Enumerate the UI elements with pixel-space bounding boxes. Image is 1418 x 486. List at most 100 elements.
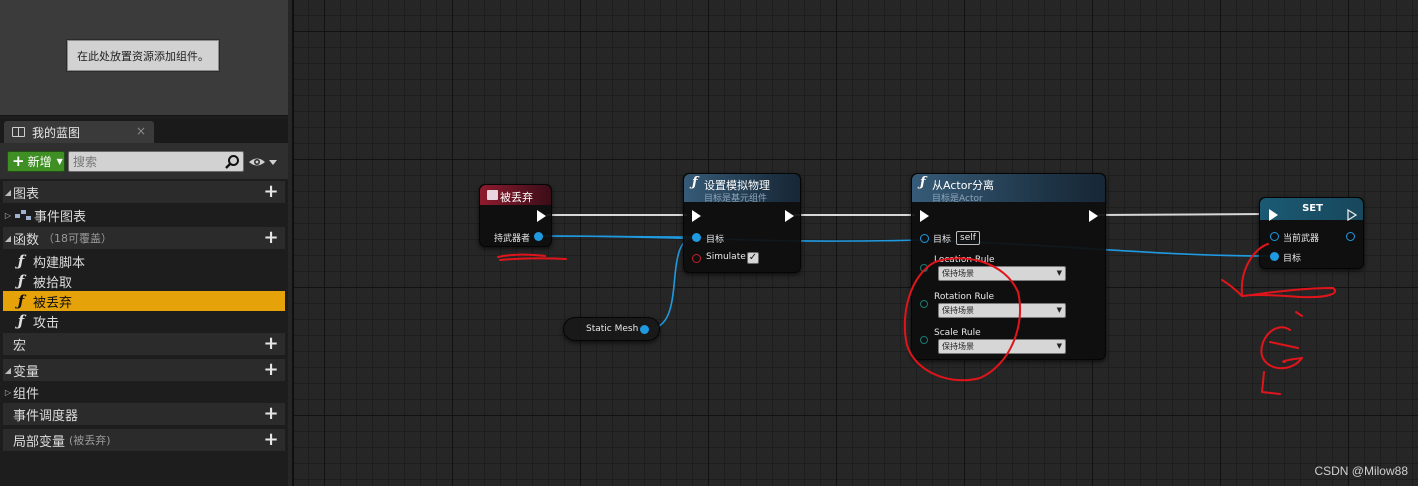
exec-in-pin[interactable] xyxy=(920,210,929,222)
function-node-detach-from-actor[interactable]: ƒ 从Actor分离 目标是Actor 目标 self Location Rul… xyxy=(911,173,1106,360)
section-macros-label: 宏 xyxy=(13,338,27,354)
drop-hint: 在此处放置资源添加组件。 xyxy=(67,40,219,71)
local-vars-scope: (被丢弃) xyxy=(69,434,111,447)
section-functions-label: 函数 xyxy=(13,232,40,248)
search-input[interactable] xyxy=(73,153,223,170)
tree-item-event-graph[interactable]: ▷ 事件图表 xyxy=(3,204,285,226)
scale-rule-dropdown[interactable]: 保持场景 ▼ xyxy=(938,339,1066,354)
book-icon xyxy=(12,127,25,137)
node-subtitle: 目标是基元组件 xyxy=(704,194,768,204)
function-item-construction-script[interactable]: ƒ 构建脚本 xyxy=(3,251,285,271)
function-item-thrown[interactable]: ƒ 被丢弃 xyxy=(3,291,285,311)
exec-out-pin[interactable] xyxy=(785,210,794,222)
triangle-down-icon: ◢ xyxy=(4,187,12,197)
tree-item-components[interactable]: ▷ 组件 xyxy=(3,381,285,403)
location-rule-pin[interactable] xyxy=(920,264,928,272)
section-functions[interactable]: ◢ 函数 （18可覆盖） + xyxy=(3,227,285,249)
add-macro-button[interactable]: + xyxy=(263,335,279,353)
event-icon xyxy=(487,190,498,200)
graph-canvas[interactable] xyxy=(292,0,1418,486)
triangle-right-icon: ▷ xyxy=(4,210,12,220)
chevron-down-icon: ▼ xyxy=(1056,342,1062,350)
function-item-label: 被拾取 xyxy=(33,275,73,291)
exec-out-pin[interactable] xyxy=(537,210,546,222)
pin-label: Location Rule xyxy=(934,255,995,265)
event-graph-icon xyxy=(15,210,31,220)
set-node-current-weapon[interactable]: SET 当前武器 目标 xyxy=(1259,197,1364,269)
tab-label: 我的蓝图 xyxy=(32,125,81,140)
pin-label: 当前武器 xyxy=(1283,234,1320,244)
pin-label: Rotation Rule xyxy=(934,292,995,302)
section-graphs-label: 图表 xyxy=(13,186,40,202)
pin-label: Scale Rule xyxy=(934,328,981,338)
blueprint-toolbar: + 新增 ▼ xyxy=(0,143,288,179)
self-value: self xyxy=(956,231,980,245)
holder-out-pin[interactable] xyxy=(534,232,543,241)
function-icon: ƒ xyxy=(17,292,25,310)
simulate-checkbox[interactable]: ✓ xyxy=(747,252,759,264)
add-graph-button[interactable]: + xyxy=(263,183,279,201)
function-icon: ƒ xyxy=(920,175,926,190)
current-weapon-in-pin[interactable] xyxy=(1270,232,1279,241)
exec-in-pin[interactable] xyxy=(692,210,701,222)
function-item-picked-up[interactable]: ƒ 被拾取 xyxy=(3,271,285,291)
dropdown-value: 保持场景 xyxy=(942,342,974,351)
chevron-down-icon: ▼ xyxy=(56,157,63,166)
add-dispatcher-button[interactable]: + xyxy=(263,405,279,423)
rotation-rule-pin[interactable] xyxy=(920,300,928,308)
section-graphs[interactable]: ◢ 图表 + xyxy=(3,181,285,203)
chevron-down-icon: ▼ xyxy=(1056,269,1062,277)
eye-icon[interactable] xyxy=(248,155,278,169)
close-icon[interactable]: × xyxy=(136,124,146,138)
event-node-thrown[interactable]: 被丢弃 持武器者 xyxy=(479,184,552,247)
target-in-pin[interactable] xyxy=(1270,252,1279,261)
event-graph-label: 事件图表 xyxy=(34,209,87,225)
pin-label: Simulate xyxy=(706,252,746,262)
search-box[interactable] xyxy=(68,151,244,172)
function-node-set-simulate-physics[interactable]: ƒ 设置模拟物理 目标是基元组件 目标 Simulate ✓ xyxy=(683,173,801,273)
section-local-variables[interactable]: 局部变量 (被丢弃) + xyxy=(3,429,285,451)
section-local-vars-label: 局部变量 xyxy=(13,434,66,450)
node-title: 被丢弃 xyxy=(500,191,533,204)
triangle-down-icon: ◢ xyxy=(4,233,12,243)
chevron-down-icon: ▼ xyxy=(1056,306,1062,314)
tab-strip: 我的蓝图 × xyxy=(0,119,288,143)
static-mesh-out-pin[interactable] xyxy=(640,325,649,334)
rotation-rule-dropdown[interactable]: 保持场景 ▼ xyxy=(938,303,1066,318)
search-icon[interactable] xyxy=(224,154,240,170)
watermark: CSDN @Milow88 xyxy=(1314,464,1408,478)
scale-rule-pin[interactable] xyxy=(920,336,928,344)
function-item-label: 攻击 xyxy=(33,315,60,331)
exec-out-pin-outline xyxy=(1347,209,1357,221)
getter-node-static-mesh[interactable]: Static Mesh xyxy=(563,317,660,341)
exec-in-pin[interactable] xyxy=(1269,209,1278,221)
section-macros[interactable]: 宏 + xyxy=(3,333,285,355)
exec-out-pin[interactable] xyxy=(1089,210,1098,222)
dropdown-value: 保持场景 xyxy=(942,269,974,278)
simulate-in-pin[interactable] xyxy=(692,254,701,263)
function-icon: ƒ xyxy=(692,175,698,190)
node-header: ƒ 设置模拟物理 目标是基元组件 xyxy=(684,174,800,204)
dropdown-value: 保持场景 xyxy=(942,306,974,315)
pin-label: 持武器者 xyxy=(494,234,531,244)
components-drop-area[interactable]: 在此处放置资源添加组件。 xyxy=(0,0,288,116)
section-event-dispatchers[interactable]: 事件调度器 + xyxy=(3,403,285,425)
add-local-variable-button[interactable]: + xyxy=(263,431,279,449)
functions-override-count: （18可覆盖） xyxy=(43,232,113,245)
add-function-button[interactable]: + xyxy=(263,229,279,247)
add-new-button[interactable]: + 新增 ▼ xyxy=(7,151,65,172)
target-in-pin[interactable] xyxy=(692,233,701,242)
components-label: 组件 xyxy=(13,386,40,402)
location-rule-dropdown[interactable]: 保持场景 ▼ xyxy=(938,266,1066,281)
tab-my-blueprint[interactable]: 我的蓝图 × xyxy=(4,121,154,143)
function-item-attack[interactable]: ƒ 攻击 xyxy=(3,311,285,331)
node-subtitle: 目标是Actor xyxy=(932,194,983,204)
section-variables[interactable]: ◢ 变量 + xyxy=(3,359,285,381)
function-item-label: 构建脚本 xyxy=(33,255,86,271)
add-new-label: 新增 xyxy=(27,155,52,169)
current-weapon-out-pin[interactable] xyxy=(1346,232,1355,241)
add-variable-button[interactable]: + xyxy=(263,361,279,379)
section-dispatchers-label: 事件调度器 xyxy=(13,408,79,424)
target-in-pin[interactable] xyxy=(920,234,929,243)
function-item-label: 被丢弃 xyxy=(33,295,73,311)
